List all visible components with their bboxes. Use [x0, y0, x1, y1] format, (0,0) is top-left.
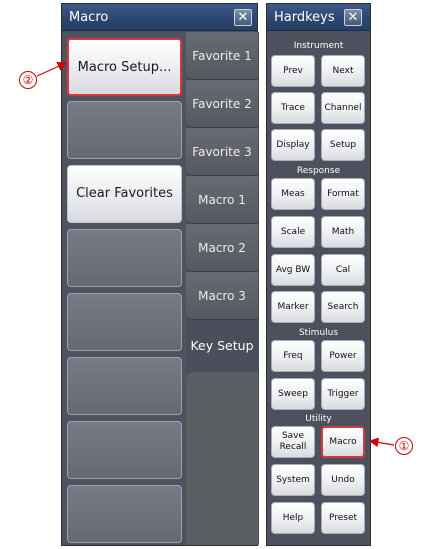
callout-two-arrow [36, 62, 68, 77]
callout-arrows [36, 62, 395, 448]
callout-two-marker: ② [19, 71, 37, 89]
callout-one-marker: ① [395, 437, 413, 455]
callout-one-arrow [368, 437, 395, 448]
